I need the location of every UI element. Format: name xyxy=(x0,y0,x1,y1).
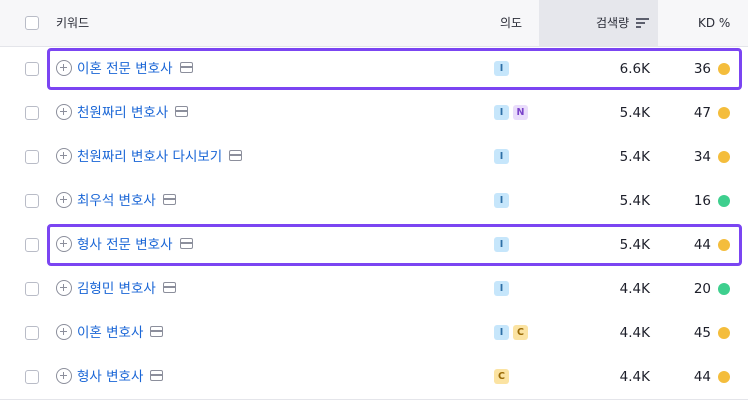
serp-features-icon[interactable] xyxy=(179,238,193,249)
search-volume: 5.4K xyxy=(619,105,650,121)
keyword-link[interactable]: 최우석 변호사 xyxy=(77,179,176,223)
keyword-link[interactable]: 이혼 전문 변호사 xyxy=(77,47,193,91)
intent-badge[interactable]: C xyxy=(513,325,528,340)
kd-value: 20 xyxy=(693,281,711,297)
volume-column-header[interactable]: 검색량 xyxy=(596,0,629,46)
kd-difficulty-dot xyxy=(718,371,730,383)
table-row: 천원짜리 변호사 다시보기 I 5.4K 34 xyxy=(0,135,748,180)
row-checkbox[interactable] xyxy=(25,326,39,340)
table-row: 형사 전문 변호사 I 5.4K 44 xyxy=(0,223,748,268)
serp-features-icon[interactable] xyxy=(229,150,243,161)
serp-features-icon[interactable] xyxy=(162,194,176,205)
search-volume: 6.6K xyxy=(619,61,650,77)
kd-difficulty-dot xyxy=(718,63,730,75)
row-checkbox[interactable] xyxy=(25,106,39,120)
intent-badges: C xyxy=(494,369,509,384)
sort-descending-icon[interactable] xyxy=(636,18,649,28)
search-volume: 4.4K xyxy=(619,281,650,297)
add-keyword-icon[interactable] xyxy=(56,148,72,164)
intent-badges: I xyxy=(494,61,509,76)
kd-difficulty-dot xyxy=(718,151,730,163)
kd-value: 44 xyxy=(693,369,711,385)
table-row: 이혼 변호사 I C 4.4K 45 xyxy=(0,311,748,356)
row-checkbox[interactable] xyxy=(25,370,39,384)
table-header: 키워드 의도 검색량 KD % xyxy=(0,0,748,47)
intent-badge[interactable]: I xyxy=(494,193,509,208)
keyword-table: 키워드 의도 검색량 KD % 이혼 전문 변호사 I 6.6K 36 천원짜리 변호사… xyxy=(0,0,748,404)
keyword-text[interactable]: 이혼 변호사 xyxy=(77,325,143,341)
table-row: 김형민 변호사 I 4.4K 20 xyxy=(0,267,748,312)
add-keyword-icon[interactable] xyxy=(56,60,72,76)
keyword-text[interactable]: 이혼 전문 변호사 xyxy=(77,61,173,77)
keyword-text[interactable]: 형사 변호사 xyxy=(77,369,143,385)
search-volume: 5.4K xyxy=(619,149,650,165)
search-volume: 4.4K xyxy=(619,369,650,385)
keyword-text[interactable]: 형사 전문 변호사 xyxy=(77,237,173,253)
kd-difficulty-dot xyxy=(718,107,730,119)
kd-value: 44 xyxy=(693,237,711,253)
intent-badge[interactable]: I xyxy=(494,325,509,340)
intent-badge[interactable]: I xyxy=(494,237,509,252)
kd-difficulty-dot xyxy=(718,327,730,339)
kd-difficulty-dot xyxy=(718,239,730,251)
table-row: 이혼 전문 변호사 I 6.6K 36 xyxy=(0,47,748,92)
keyword-text[interactable]: 김형민 변호사 xyxy=(77,281,156,297)
intent-badge[interactable]: N xyxy=(513,105,528,120)
search-volume: 5.4K xyxy=(619,193,650,209)
select-all-checkbox[interactable] xyxy=(25,16,39,30)
row-checkbox[interactable] xyxy=(25,238,39,252)
serp-features-icon[interactable] xyxy=(150,326,164,337)
intent-badge[interactable]: I xyxy=(494,105,509,120)
keyword-link[interactable]: 천원짜리 변호사 xyxy=(77,91,189,135)
intent-badges: I xyxy=(494,281,509,296)
intent-badges: I xyxy=(494,149,509,164)
table-row: 천원짜리 변호사 I N 5.4K 47 xyxy=(0,91,748,136)
row-checkbox[interactable] xyxy=(25,282,39,296)
search-volume: 4.4K xyxy=(619,325,650,341)
row-checkbox[interactable] xyxy=(25,150,39,164)
kd-column-header[interactable]: KD % xyxy=(698,0,730,46)
kd-value: 34 xyxy=(693,149,711,165)
keyword-link[interactable]: 형사 전문 변호사 xyxy=(77,223,193,267)
intent-badge[interactable]: I xyxy=(494,149,509,164)
kd-value: 16 xyxy=(693,193,711,209)
keyword-text[interactable]: 최우석 변호사 xyxy=(77,193,156,209)
serp-features-icon[interactable] xyxy=(179,62,193,73)
row-checkbox[interactable] xyxy=(25,194,39,208)
add-keyword-icon[interactable] xyxy=(56,104,72,120)
search-volume: 5.4K xyxy=(619,237,650,253)
intent-badges: I xyxy=(494,193,509,208)
intent-badge[interactable]: I xyxy=(494,281,509,296)
intent-badge[interactable]: I xyxy=(494,61,509,76)
serp-features-icon[interactable] xyxy=(150,370,164,381)
table-row: 형사 변호사 C 4.4K 44 xyxy=(0,355,748,400)
add-keyword-icon[interactable] xyxy=(56,236,72,252)
keyword-column-header[interactable]: 키워드 xyxy=(56,0,89,46)
keyword-text[interactable]: 천원짜리 변호사 다시보기 xyxy=(77,149,222,165)
kd-value: 45 xyxy=(693,325,711,341)
add-keyword-icon[interactable] xyxy=(56,324,72,340)
intent-column-header[interactable]: 의도 xyxy=(500,0,522,46)
add-keyword-icon[interactable] xyxy=(56,368,72,384)
add-keyword-icon[interactable] xyxy=(56,192,72,208)
intent-badges: IC xyxy=(494,325,528,340)
table-row: 최우석 변호사 I 5.4K 16 xyxy=(0,179,748,224)
serp-features-icon[interactable] xyxy=(175,106,189,117)
kd-value: 47 xyxy=(693,105,711,121)
row-checkbox[interactable] xyxy=(25,62,39,76)
keyword-link[interactable]: 이혼 변호사 xyxy=(77,311,164,355)
serp-features-icon[interactable] xyxy=(162,282,176,293)
keyword-text[interactable]: 천원짜리 변호사 xyxy=(77,105,168,121)
add-keyword-icon[interactable] xyxy=(56,280,72,296)
keyword-link[interactable]: 천원짜리 변호사 다시보기 xyxy=(77,135,243,179)
kd-difficulty-dot xyxy=(718,195,730,207)
kd-value: 36 xyxy=(693,61,711,77)
intent-badges: IN xyxy=(494,105,528,120)
keyword-link[interactable]: 김형민 변호사 xyxy=(77,267,176,311)
keyword-link[interactable]: 형사 변호사 xyxy=(77,355,164,399)
intent-badge[interactable]: C xyxy=(494,369,509,384)
kd-difficulty-dot xyxy=(718,283,730,295)
intent-badges: I xyxy=(494,237,509,252)
